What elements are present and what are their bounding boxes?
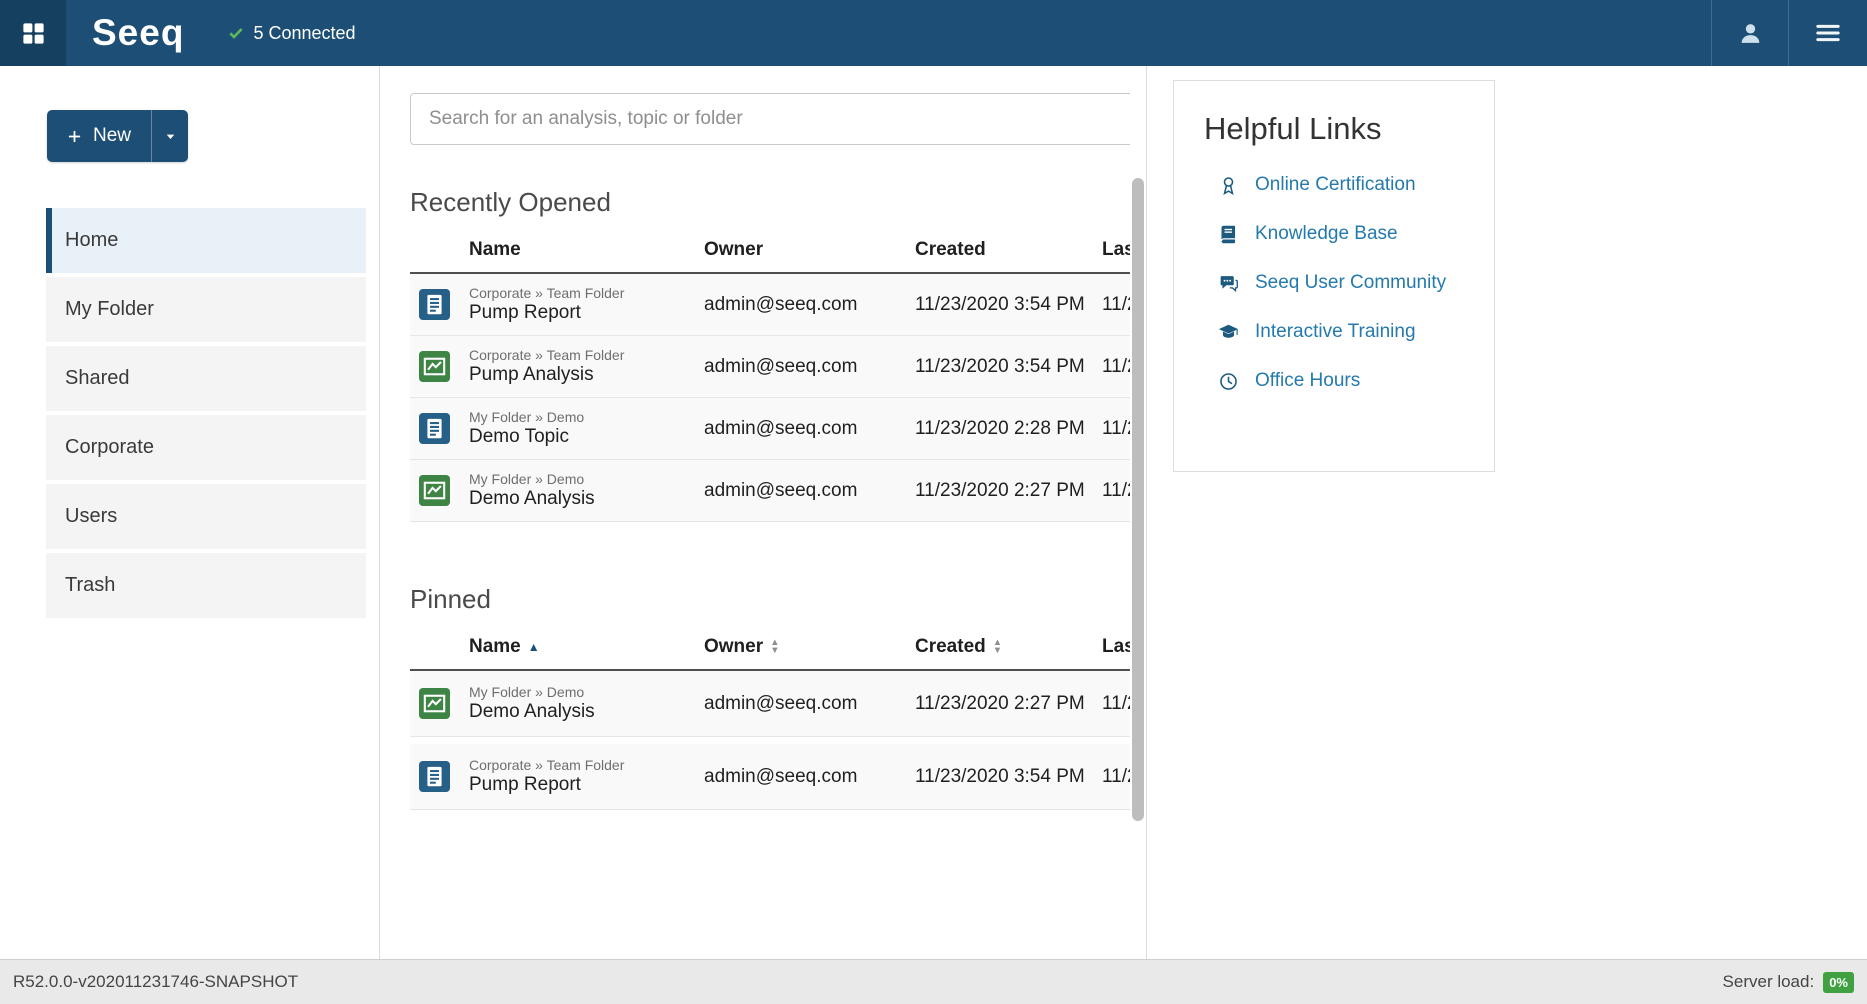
item-breadcrumb[interactable]: My Folder » Demo xyxy=(469,684,696,700)
sidebar-nav: Home My Folder Shared Corporate Users Tr… xyxy=(0,208,379,618)
right-panel: Helpful Links Online Certification Knowl… xyxy=(1147,66,1867,959)
version-label: R52.0.0-v202011231746-SNAPSHOT xyxy=(13,972,298,992)
user-icon xyxy=(1738,21,1763,46)
seeq-app: Seeq 5 Connected New xyxy=(0,0,1867,1004)
item-owner: admin@seeq.com xyxy=(704,766,915,788)
item-created: 11/23/2020 3:54 PM xyxy=(915,356,1102,378)
sidebar-item-home[interactable]: Home xyxy=(46,208,366,273)
sort-icon: ▲▼ xyxy=(993,639,1002,656)
connection-status[interactable]: 5 Connected xyxy=(228,23,355,44)
link-online-certification[interactable]: Online Certification xyxy=(1218,174,1478,196)
item-name[interactable]: Pump Report xyxy=(469,302,696,324)
link-office-hours[interactable]: Office Hours xyxy=(1218,370,1478,392)
server-load-label: Server load: xyxy=(1723,972,1815,992)
server-load-badge[interactable]: 0% xyxy=(1823,972,1854,993)
user-profile-button[interactable] xyxy=(1711,0,1789,66)
caret-down-icon xyxy=(164,130,177,143)
topic-icon xyxy=(419,289,450,320)
link-label: Office Hours xyxy=(1255,370,1360,392)
recent-section-title: Recently Opened xyxy=(410,187,1130,218)
item-owner: admin@seeq.com xyxy=(704,356,915,378)
item-name[interactable]: Demo Topic xyxy=(469,426,696,448)
sidebar-item-label: Users xyxy=(65,505,117,528)
item-owner: admin@seeq.com xyxy=(704,693,915,715)
scrollbar-thumb[interactable] xyxy=(1132,178,1144,821)
link-interactive-training[interactable]: Interactive Training xyxy=(1218,321,1478,343)
sidebar-item-my-folder[interactable]: My Folder xyxy=(46,277,366,342)
column-header-created[interactable]: Created xyxy=(915,239,1102,261)
link-label: Interactive Training xyxy=(1255,321,1416,343)
item-name[interactable]: Pump Analysis xyxy=(469,364,696,386)
hamburger-icon xyxy=(1814,19,1842,47)
link-label: Online Certification xyxy=(1255,174,1416,196)
item-breadcrumb[interactable]: Corporate » Team Folder xyxy=(469,757,696,773)
topic-icon xyxy=(419,761,450,792)
link-label: Seeq User Community xyxy=(1255,272,1446,294)
topic-icon xyxy=(419,413,450,444)
link-label: Knowledge Base xyxy=(1255,223,1398,245)
certification-icon xyxy=(1218,175,1239,196)
sidebar-item-label: My Folder xyxy=(65,298,154,321)
item-created: 11/23/2020 3:54 PM xyxy=(915,294,1102,316)
sidebar-item-label: Corporate xyxy=(65,436,154,459)
grid-icon xyxy=(20,20,47,47)
item-created: 11/23/2020 2:27 PM xyxy=(915,693,1102,715)
new-button[interactable]: New xyxy=(47,110,151,162)
new-dropdown-button[interactable] xyxy=(151,110,188,162)
sidebar-item-shared[interactable]: Shared xyxy=(46,346,366,411)
hamburger-menu-button[interactable] xyxy=(1789,0,1867,66)
new-button-label: New xyxy=(93,125,131,147)
column-header-owner[interactable]: Owner xyxy=(704,239,915,261)
link-seeq-user-community[interactable]: Seeq User Community xyxy=(1218,272,1478,294)
analysis-icon xyxy=(419,475,450,506)
sidebar-item-users[interactable]: Users xyxy=(46,484,366,549)
sort-icon: ▲▼ xyxy=(770,639,779,656)
column-header-created[interactable]: Created ▲▼ xyxy=(915,636,1102,658)
content-scrollbar[interactable] xyxy=(1130,66,1147,959)
sidebar-item-label: Home xyxy=(65,229,118,252)
connection-status-label: 5 Connected xyxy=(253,23,355,44)
app-switcher-button[interactable] xyxy=(0,0,66,66)
item-created: 11/23/2020 2:27 PM xyxy=(915,480,1102,502)
item-breadcrumb[interactable]: Corporate » Team Folder xyxy=(469,285,696,301)
sidebar: New Home My Folder Shared Corporate xyxy=(0,66,380,959)
item-breadcrumb[interactable]: My Folder » Demo xyxy=(469,409,696,425)
item-breadcrumb[interactable]: My Folder » Demo xyxy=(469,471,696,487)
column-header-name[interactable]: Name xyxy=(469,239,704,261)
item-name[interactable]: Demo Analysis xyxy=(469,701,696,723)
column-header-name[interactable]: Name ▲ xyxy=(469,636,704,658)
link-knowledge-base[interactable]: Knowledge Base xyxy=(1218,223,1478,245)
item-owner: admin@seeq.com xyxy=(704,480,915,502)
new-button-group: New xyxy=(47,110,188,162)
graduation-cap-icon xyxy=(1218,322,1239,343)
pinned-section-title: Pinned xyxy=(410,584,1130,615)
analysis-icon xyxy=(419,351,450,382)
seeq-logo[interactable]: Seeq xyxy=(92,12,184,54)
sidebar-item-corporate[interactable]: Corporate xyxy=(46,415,366,480)
office-hours-icon xyxy=(1218,371,1239,392)
item-created: 11/23/2020 2:28 PM xyxy=(915,418,1102,440)
item-owner: admin@seeq.com xyxy=(704,418,915,440)
main-content: Recently Opened Name Owner Created Last … xyxy=(380,66,1130,959)
analysis-icon xyxy=(419,688,450,719)
helpful-links-title: Helpful Links xyxy=(1204,111,1478,147)
knowledge-base-icon xyxy=(1218,224,1239,245)
plus-icon xyxy=(67,129,82,144)
sidebar-item-label: Trash xyxy=(65,574,115,597)
item-name[interactable]: Demo Analysis xyxy=(469,488,696,510)
item-owner: admin@seeq.com xyxy=(704,294,915,316)
community-icon xyxy=(1218,273,1239,294)
sort-asc-icon: ▲ xyxy=(528,640,540,654)
main-row: New Home My Folder Shared Corporate xyxy=(0,66,1867,959)
column-header-owner[interactable]: Owner ▲▼ xyxy=(704,636,915,658)
helpful-links-card: Helpful Links Online Certification Knowl… xyxy=(1173,80,1495,472)
item-name[interactable]: Pump Report xyxy=(469,774,696,796)
topbar: Seeq 5 Connected xyxy=(0,0,1867,66)
check-icon xyxy=(228,25,244,41)
sidebar-item-trash[interactable]: Trash xyxy=(46,553,366,618)
item-breadcrumb[interactable]: Corporate » Team Folder xyxy=(469,347,696,363)
sidebar-item-label: Shared xyxy=(65,367,130,390)
statusbar: R52.0.0-v202011231746-SNAPSHOT Server lo… xyxy=(0,959,1867,1004)
item-created: 11/23/2020 3:54 PM xyxy=(915,766,1102,788)
